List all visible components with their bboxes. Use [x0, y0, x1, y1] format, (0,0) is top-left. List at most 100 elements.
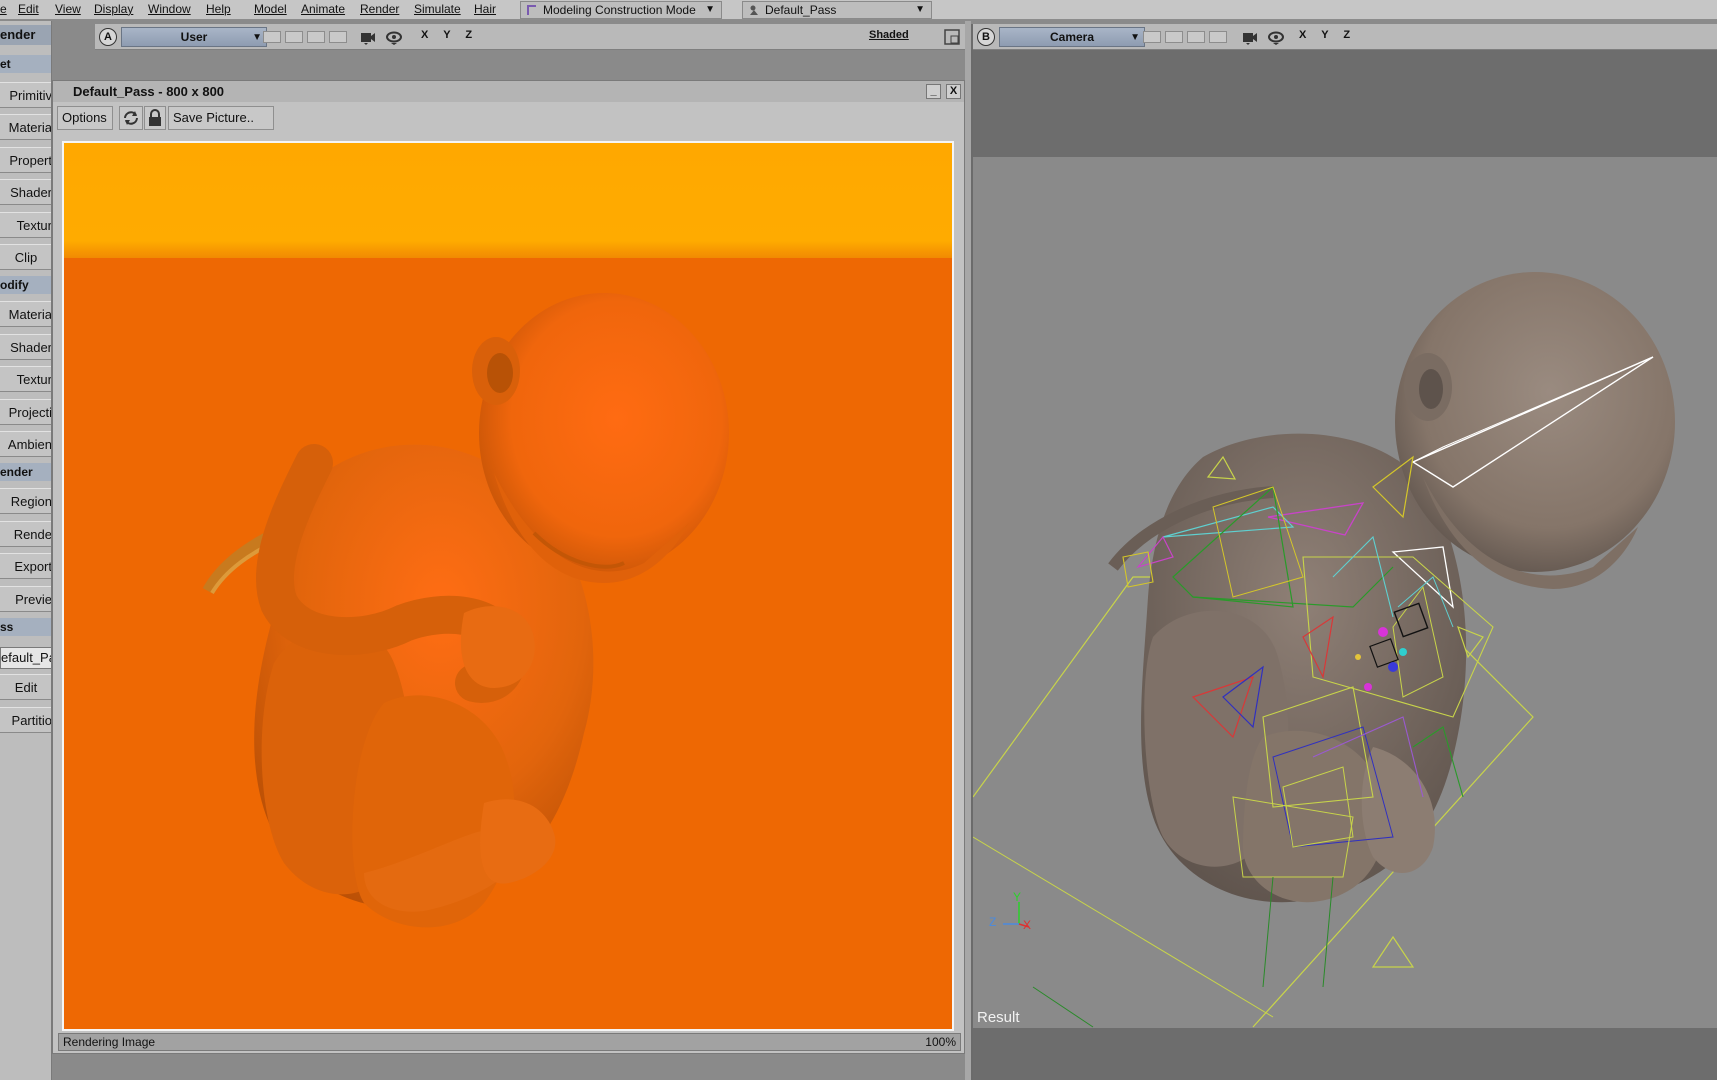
- section-pass-label: ss: [0, 620, 14, 634]
- btn-clip[interactable]: Clip: [0, 244, 51, 270]
- viewport-a-header: A User ▼ X Y Z Shaded: [95, 24, 965, 50]
- lock-button[interactable]: [144, 106, 166, 130]
- section-pass: ss: [0, 618, 51, 636]
- pass-dropdown-label: Default_Pass: [765, 3, 837, 17]
- menu-hair[interactable]: Hair: [474, 2, 496, 16]
- rendered-baby-image: [64, 143, 952, 1029]
- render-status-bar: Rendering Image 100%: [58, 1033, 961, 1051]
- btn-modify-shader[interactable]: Shader: [0, 334, 51, 360]
- menu-model[interactable]: Model: [254, 2, 287, 16]
- menu-bar: e Edit View Display Window Help Model An…: [0, 0, 1717, 20]
- section-render: ender: [0, 463, 51, 481]
- memo-cam-slot[interactable]: [329, 31, 347, 43]
- viewport-b-scene: [973, 272, 1675, 1028]
- chevron-down-icon: ▼: [705, 4, 715, 15]
- viewport-b-letter[interactable]: B: [977, 28, 995, 46]
- btn-region[interactable]: Region: [0, 488, 51, 514]
- memo-cam-slot[interactable]: [1165, 31, 1183, 43]
- chevron-down-icon: ▼: [252, 32, 262, 43]
- btn-preview[interactable]: Previe: [0, 586, 51, 612]
- viewport-b-backdrop: [973, 50, 1717, 157]
- menu-edit[interactable]: Edit: [18, 2, 39, 16]
- btn-texture[interactable]: Textur: [0, 212, 51, 238]
- btn-render[interactable]: Rende: [0, 521, 51, 547]
- section-modify-label: odify: [0, 278, 29, 292]
- gizmo-y-label: Y: [1013, 890, 1022, 904]
- viewport-b-camera-dropdown[interactable]: Camera ▼: [999, 27, 1145, 47]
- memo-cam-slot[interactable]: [1187, 31, 1205, 43]
- construction-mode-label: Modeling Construction Mode: [543, 3, 696, 17]
- viewport-b[interactable]: B Camera ▼ X Y Z Y Z X Result: [971, 24, 1717, 1080]
- btn-export[interactable]: Export: [0, 553, 51, 579]
- memo-cam-slot[interactable]: [285, 31, 303, 43]
- menu-animate[interactable]: Animate: [301, 2, 345, 16]
- viewport-a-axes[interactable]: X Y Z: [421, 29, 478, 41]
- lock-icon: [149, 109, 161, 126]
- viewport-b-footer-band: [973, 1028, 1717, 1080]
- memo-cam-slot[interactable]: [307, 31, 325, 43]
- viewport-b-axes[interactable]: X Y Z: [1299, 29, 1356, 41]
- memo-cam-slot[interactable]: [1143, 31, 1161, 43]
- btn-modify-texture[interactable]: Textur: [0, 366, 51, 392]
- render-region-window: Default_Pass - 800 x 800 _ X Options Sav…: [52, 80, 965, 1054]
- menu-file[interactable]: e: [0, 2, 7, 16]
- btn-modify-projection[interactable]: Projecti: [0, 399, 51, 425]
- btn-modify-ambience[interactable]: Ambien: [0, 431, 51, 457]
- section-get: et: [0, 55, 51, 73]
- minimize-button[interactable]: _: [926, 84, 941, 99]
- viewport-b-camera-label: Camera: [1049, 30, 1095, 44]
- pass-dropdown[interactable]: Default_Pass ▼: [742, 1, 932, 19]
- render-output-image[interactable]: [62, 141, 954, 1031]
- save-picture-button[interactable]: Save Picture..: [168, 106, 274, 130]
- close-button[interactable]: X: [946, 84, 961, 99]
- viewport-b-result-label: Result: [977, 1009, 1020, 1026]
- eye-icon[interactable]: [1267, 28, 1285, 46]
- options-button[interactable]: Options: [57, 106, 113, 130]
- construction-mode-dropdown[interactable]: Modeling Construction Mode ▼: [520, 1, 722, 19]
- refresh-button[interactable]: [119, 106, 143, 130]
- left-toolbar: ender ▼ et Primitiv Materia Propert Shad…: [0, 21, 52, 1080]
- menu-display[interactable]: Display: [94, 2, 133, 16]
- btn-material[interactable]: Materia: [0, 114, 51, 140]
- render-progress-text: 100%: [925, 1035, 956, 1049]
- gizmo-z-label: Z: [989, 915, 997, 929]
- menu-render[interactable]: Render: [360, 2, 399, 16]
- construction-mode-icon: [527, 5, 536, 15]
- btn-partition[interactable]: Partitio: [0, 707, 51, 733]
- display-mode-label[interactable]: Shaded: [869, 29, 909, 41]
- menu-window[interactable]: Window: [148, 2, 191, 16]
- section-modify: odify: [0, 276, 51, 294]
- section-render-label: ender: [0, 465, 33, 479]
- chevron-down-icon: ▼: [915, 4, 925, 15]
- gizmo-x-label: X: [1023, 918, 1032, 932]
- viewport-a-camera-dropdown[interactable]: User ▼: [121, 27, 267, 47]
- maximize-icon[interactable]: [943, 28, 961, 46]
- btn-pass-edit[interactable]: Edit: [0, 674, 51, 700]
- toolbar-selector-label: ender: [0, 27, 36, 42]
- render-window-title-label: Default_Pass - 800 x 800: [73, 84, 225, 99]
- camera-icon[interactable]: [359, 28, 377, 46]
- btn-modify-material[interactable]: Materia: [0, 301, 51, 327]
- memo-cam-slot[interactable]: [1209, 31, 1227, 43]
- pass-icon: [750, 5, 758, 15]
- camera-icon[interactable]: [1241, 28, 1259, 46]
- render-status-text: Rendering Image: [63, 1035, 156, 1049]
- toolbar-selector[interactable]: ender ▼: [0, 25, 51, 45]
- viewport-b-header: B Camera ▼ X Y Z: [973, 24, 1717, 50]
- section-get-label: et: [0, 57, 11, 71]
- eye-icon[interactable]: [385, 28, 403, 46]
- memo-cam-slot[interactable]: [263, 31, 281, 43]
- menu-simulate[interactable]: Simulate: [414, 2, 461, 16]
- pass-name-field[interactable]: efault_Pa: [0, 647, 51, 669]
- menu-help[interactable]: Help: [206, 2, 231, 16]
- render-window-title[interactable]: Default_Pass - 800 x 800 _ X: [53, 81, 964, 102]
- btn-primitive[interactable]: Primitiv: [0, 82, 51, 108]
- render-window-toolbar: Options Save Picture..: [53, 104, 964, 132]
- refresh-icon: [124, 111, 138, 125]
- btn-property[interactable]: Propert: [0, 147, 51, 173]
- menu-view[interactable]: View: [55, 2, 81, 16]
- btn-shader[interactable]: Shader: [0, 179, 51, 205]
- chevron-down-icon: ▼: [1130, 32, 1140, 43]
- viewport-a-camera-label: User: [180, 30, 208, 44]
- viewport-a-letter[interactable]: A: [99, 28, 117, 46]
